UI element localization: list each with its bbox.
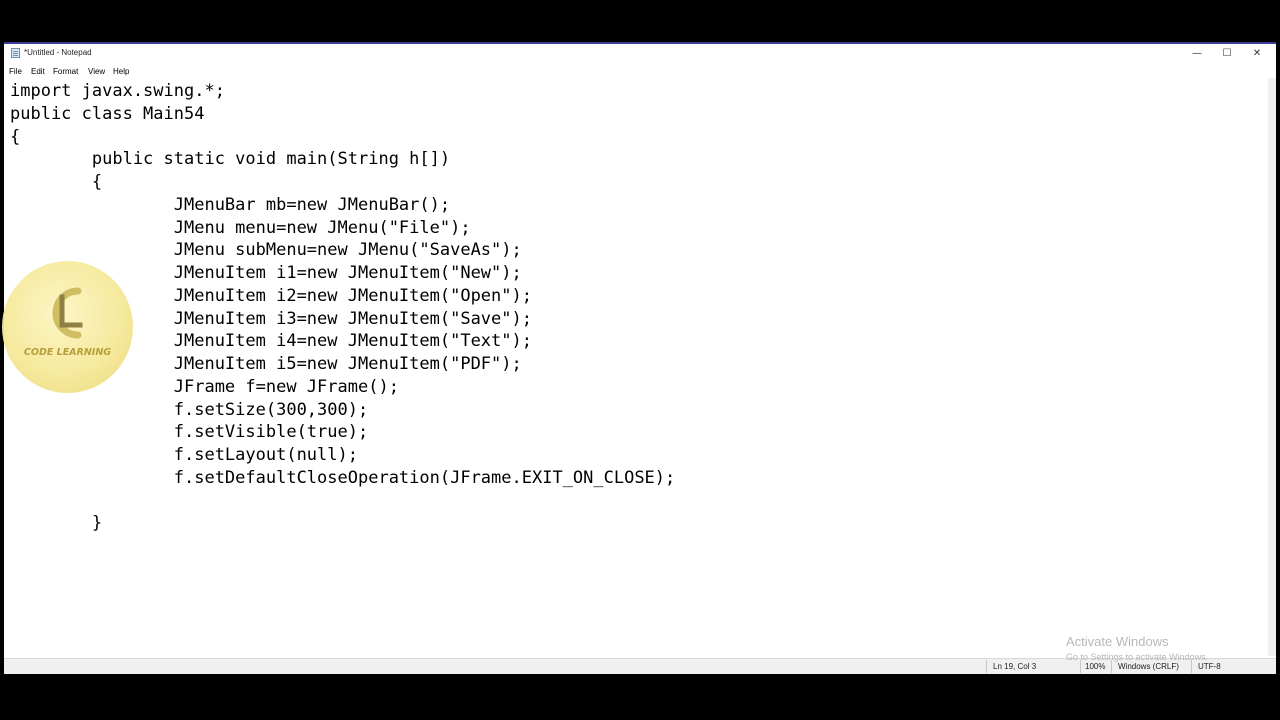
logo-text: CODE LEARNING [23,347,112,358]
maximize-button[interactable]: ☐ [1212,44,1242,64]
minimize-button[interactable]: — [1182,44,1212,64]
close-button[interactable]: ✕ [1242,44,1272,64]
code-line: f.setVisible(true); [10,422,369,443]
code-line: JMenu menu=new JMenu("File"); [10,217,471,238]
status-line-ending: Windows (CRLF) [1118,662,1179,671]
code-line: { [10,172,103,192]
code-line: } [10,513,103,534]
status-position: Ln 19, Col 3 [993,662,1037,671]
menu-edit[interactable]: Edit [31,67,45,76]
status-encoding: UTF-8 [1198,662,1221,671]
menu-view[interactable]: View [88,67,105,76]
code-line: import javax.swing.*; [10,81,225,101]
notepad-window: *Untitled - Notepad — ☐ ✕ File Edit Form… [4,42,1276,674]
code-line: { [10,126,21,147]
code-line: JMenu subMenu=new JMenu("SaveAs"); [10,240,522,261]
code-learning-logo: CODE LEARNING [2,261,133,393]
status-zoom: 100% [1085,662,1106,671]
cl-monogram-icon [52,287,83,339]
code-line: public static void main(String h[]) [10,149,451,170]
code-line: f.setLayout(null); [10,445,358,465]
code-line: JFrame f=new JFrame(); [10,376,399,397]
code-line: public class Main54 [10,103,205,124]
menu-bar: File Edit Format View Help [4,64,1276,78]
code-line: f.setDefaultCloseOperation(JFrame.EXIT_O… [10,467,676,488]
vertical-scrollbar[interactable] [1268,78,1276,656]
title-bar[interactable]: *Untitled - Notepad — ☐ ✕ [4,44,1276,64]
status-separator [986,660,987,673]
menu-file[interactable]: File [9,67,22,76]
activate-windows-watermark: Activate Windows Go to Settings to activ… [1066,634,1208,662]
watermark-title: Activate Windows [1066,634,1169,649]
code-line: f.setSize(300,300); [10,399,369,420]
notepad-icon [11,48,20,58]
menu-format[interactable]: Format [53,67,78,76]
menu-help[interactable]: Help [113,67,129,76]
watermark-subtitle: Go to Settings to activate Windows. [1066,652,1209,662]
code-line: JMenuBar mb=new JMenuBar(); [10,194,451,215]
text-editor[interactable]: import javax.swing.*; public class Main54… [4,78,1268,656]
window-title: *Untitled - Notepad [24,48,92,57]
